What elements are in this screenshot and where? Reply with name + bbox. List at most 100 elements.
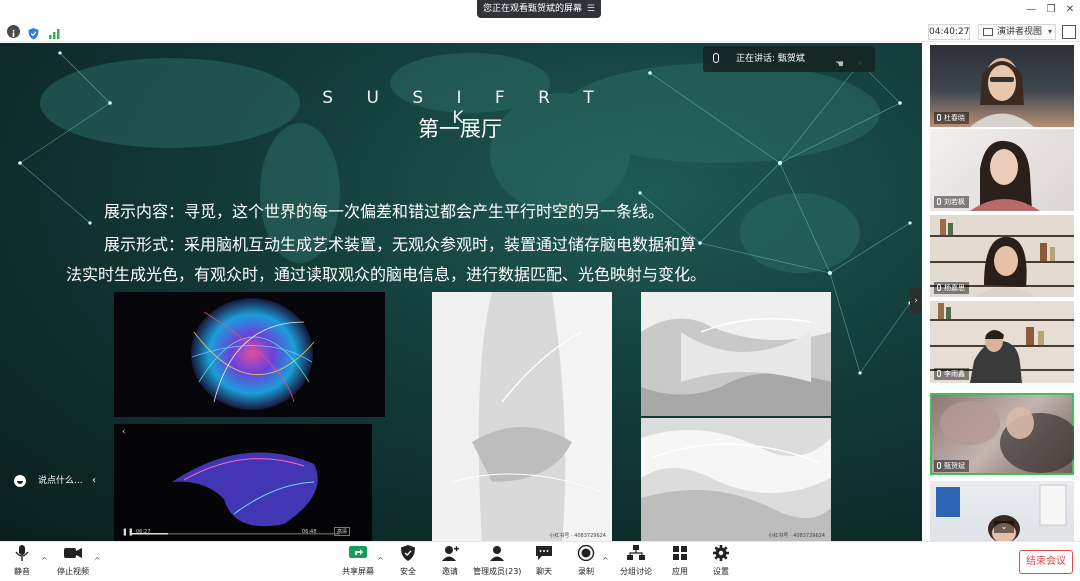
apps-label: 应用 <box>672 567 688 576</box>
chat-icon <box>535 545 553 561</box>
members-icon <box>488 545 506 561</box>
slide-image-sphere <box>114 292 385 417</box>
chat-label: 聊天 <box>536 567 552 576</box>
collapse-sidebar-button[interactable]: › <box>910 288 922 314</box>
active-speaker-label: 正在讲话: 甄贺斌 <box>736 54 805 64</box>
view-mode-label: 演讲者视图 <box>997 27 1043 37</box>
video-options-caret[interactable]: ^ <box>94 556 101 565</box>
participant-name-tag: 杜春晓 <box>934 112 969 124</box>
video-time-current: 06:27 <box>136 529 151 535</box>
chat-button[interactable]: 聊天 <box>532 545 556 579</box>
share-screen-button[interactable]: 共享屏幕 <box>341 545 375 579</box>
microphone-icon <box>13 545 31 561</box>
mic-icon <box>937 114 941 121</box>
slide-title: 第一展厅 <box>418 117 502 141</box>
participant-name-tag: 甄贺斌 <box>934 460 969 472</box>
mic-icon <box>937 198 941 205</box>
image-caption-2: 小红书号 · 4083729624 <box>768 533 825 539</box>
meeting-toolbar: 静音 ^ 停止视频 ^ 共享屏幕 ^ 安全 邀请 管理成员(23) 聊天 录制 … <box>0 541 1080 581</box>
camera-icon <box>64 545 82 561</box>
slide-line-1: 展示内容：寻觅，这个世界的每一次偏差和错过都会产生平行时空的另一条线。 <box>104 202 665 221</box>
video-quality-button[interactable]: 高清 <box>334 527 351 536</box>
manage-members-button[interactable]: 管理成员(23) <box>473 545 521 579</box>
breakout-rooms-button[interactable]: 分组讨论 <box>618 545 654 579</box>
participant-tile-active[interactable]: 甄贺斌 <box>930 393 1074 475</box>
info-icon[interactable] <box>7 25 20 38</box>
settings-button[interactable]: 设置 <box>709 545 733 579</box>
slide-image-installation-3: 小红书号 · 4083729624 <box>641 418 831 541</box>
security-label: 安全 <box>400 567 416 576</box>
audio-options-caret[interactable]: ^ <box>41 556 48 565</box>
participant-tile[interactable]: ⌄ <box>930 481 1074 541</box>
participant-tile[interactable]: 杜春晓 <box>930 45 1074 127</box>
share-options-caret[interactable]: ^ <box>377 556 384 565</box>
slide-image-installation-2 <box>641 292 831 416</box>
view-mode-dropdown[interactable]: 演讲者视图 ▾ <box>978 24 1056 40</box>
video-back-icon[interactable]: ‹ <box>122 427 126 437</box>
meeting-status-bar: 04:40:27 演讲者视图 ▾ <box>0 22 1080 42</box>
mute-label: 静音 <box>14 567 30 576</box>
security-button[interactable]: 安全 <box>396 545 420 579</box>
meeting-timer: 04:40:27 <box>928 24 970 40</box>
settings-label: 设置 <box>713 567 729 576</box>
close-icon[interactable]: ✕ <box>1062 2 1078 18</box>
minimize-icon[interactable]: — <box>1023 2 1039 18</box>
record-button[interactable]: 录制 <box>574 544 598 579</box>
gear-icon <box>712 545 730 561</box>
meeting-window: 您正在观看甄贺斌的屏幕 ☰ — ❐ ✕ 04:40:27 演讲者视图 ▾ S U… <box>0 0 1080 581</box>
participant-tile[interactable]: 杨嘉思 <box>930 215 1074 297</box>
image-caption-1: 小红书号 · 4083729624 <box>549 533 606 539</box>
participant-name-tag: 杨嘉思 <box>934 282 969 294</box>
speaker-view-icon <box>983 28 993 36</box>
mute-button[interactable]: 静音 <box>8 545 36 579</box>
comment-input[interactable]: 说点什么... ‹ <box>8 470 104 492</box>
record-icon <box>577 544 595 562</box>
shared-screen: S U S I F R T K 第一展厅 展示内容：寻觅，这个世界的每一次偏差和… <box>0 43 922 541</box>
mic-icon <box>937 462 941 469</box>
record-options-caret[interactable]: ^ <box>602 556 609 565</box>
participant-tile[interactable]: 李雨鑫 <box>930 301 1074 383</box>
pointer-icon[interactable]: ☚ <box>835 52 844 78</box>
shield-icon <box>399 545 417 561</box>
stop-video-label: 停止视频 <box>57 567 89 576</box>
breakout-icon <box>627 545 645 561</box>
microphone-icon <box>713 53 719 63</box>
participant-tile[interactable]: 刘若枫 <box>930 129 1074 211</box>
slide-video-player[interactable]: ‹ ❚❚ 06:27 06:48 高清 <box>114 424 372 541</box>
participant-name-tag: 李雨鑫 <box>934 368 969 380</box>
slide-image-installation-1: 小红书号 · 4083729624 <box>432 292 612 541</box>
scroll-down-icon[interactable]: ⌄ <box>994 521 1014 533</box>
emoji-icon[interactable] <box>14 475 26 487</box>
banner-menu-icon[interactable]: ☰ <box>587 0 595 18</box>
restore-icon[interactable]: ❐ <box>1043 2 1059 18</box>
slide-line-2: 展示形式：采用脑机互动生成艺术装置，无观众参观时，装置通过储存脑电数据和算 <box>104 235 697 254</box>
video-time-total: 06:48 <box>302 529 317 535</box>
shield-icon[interactable] <box>27 25 40 40</box>
screen-share-banner[interactable]: 您正在观看甄贺斌的屏幕 ☰ <box>477 0 601 18</box>
invite-button[interactable]: 邀请 <box>438 545 462 579</box>
stop-video-button[interactable]: 停止视频 <box>54 545 92 579</box>
apps-button[interactable]: 应用 <box>668 545 692 579</box>
apps-icon <box>671 545 689 561</box>
active-speaker-indicator: 正在讲话: 甄贺斌 ☚ <box>703 46 875 72</box>
share-banner-text: 您正在观看甄贺斌的屏幕 <box>483 4 583 14</box>
add-user-icon <box>441 545 459 561</box>
comment-placeholder: 说点什么... <box>38 476 83 486</box>
participant-video-list: 杜春晓 刘若枫 杨嘉思 李雨鑫 甄贺斌 ⌄ <box>924 43 1080 541</box>
record-label: 录制 <box>578 567 594 576</box>
share-screen-icon <box>349 545 367 561</box>
mic-icon <box>937 370 941 377</box>
participant-name-tag: 刘若枫 <box>934 196 969 208</box>
presentation-slide: S U S I F R T K 第一展厅 展示内容：寻觅，这个世界的每一次偏差和… <box>0 43 922 541</box>
mic-icon <box>937 284 941 291</box>
share-screen-label: 共享屏幕 <box>342 567 374 576</box>
end-meeting-button[interactable]: 结束会议 <box>1019 550 1073 574</box>
fullscreen-icon[interactable] <box>1062 25 1076 39</box>
chevron-left-icon[interactable]: ‹ <box>92 470 96 492</box>
title-bar: 您正在观看甄贺斌的屏幕 ☰ — ❐ ✕ <box>0 0 1080 20</box>
video-pause-icon[interactable]: ❚❚ <box>122 528 134 536</box>
breakout-label: 分组讨论 <box>620 567 652 576</box>
manage-members-label: 管理成员(23) <box>473 567 522 576</box>
slide-line-3: 法实时生成光色，有观众时，通过读取观众的脑电信息，进行数据匹配、光色映射与变化。 <box>66 265 707 284</box>
signal-icon[interactable] <box>48 25 61 39</box>
